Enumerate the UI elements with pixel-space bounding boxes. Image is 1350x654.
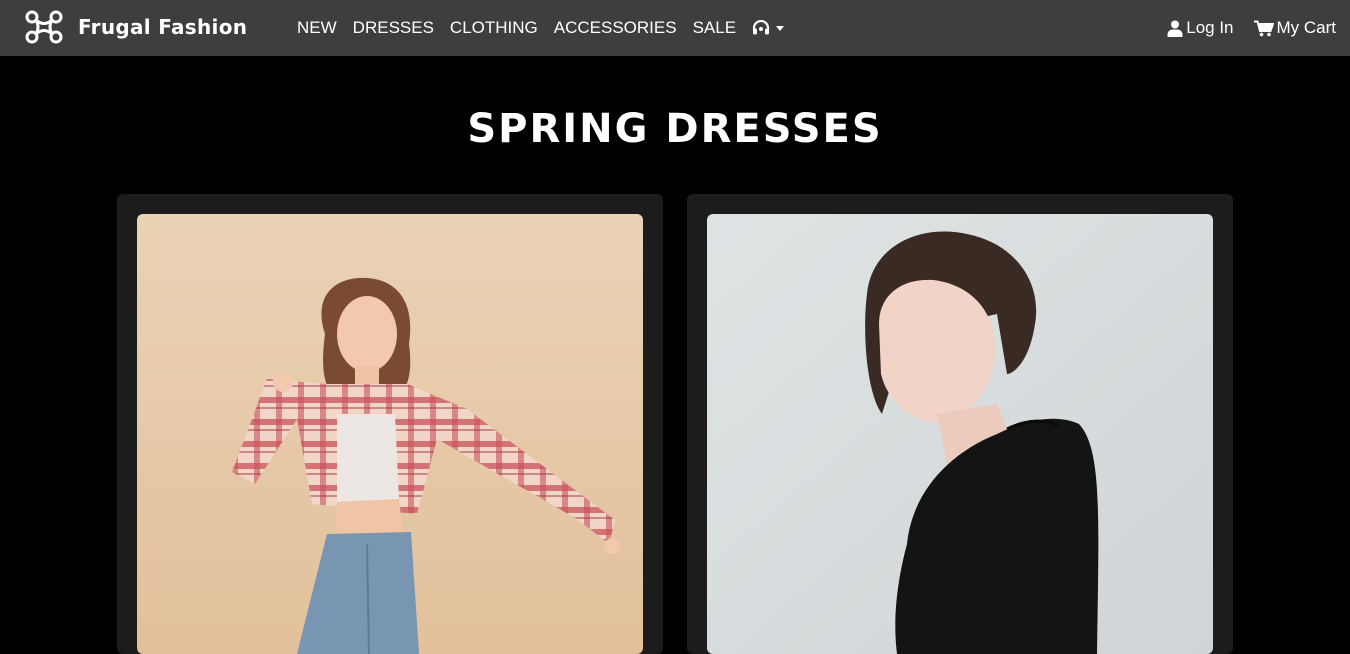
cart-link[interactable]: My Cart: [1253, 18, 1337, 38]
login-link[interactable]: Log In: [1167, 18, 1234, 38]
brand-name: Frugal Fashion: [78, 15, 248, 39]
account-nav: Log In My Cart: [1147, 0, 1336, 56]
nav-link-sale[interactable]: SALE: [693, 18, 736, 38]
cart-icon: [1253, 20, 1274, 36]
nav-link-dresses[interactable]: DRESSES: [353, 18, 434, 38]
drone-icon: [25, 10, 63, 44]
model-plaid-shirt-photo[interactable]: [137, 214, 643, 654]
top-navbar: Frugal Fashion NEW DRESSES CLOTHING ACCE…: [0, 0, 1350, 56]
product-card[interactable]: [687, 194, 1233, 654]
product-card[interactable]: [117, 194, 663, 654]
nav-link-accessories[interactable]: ACCESSORIES: [554, 18, 677, 38]
model-black-top-photo[interactable]: [707, 214, 1213, 654]
main-nav: NEW DRESSES CLOTHING ACCESSORIES SALE: [297, 0, 785, 56]
headset-icon: [752, 20, 770, 35]
brand-link[interactable]: Frugal Fashion: [24, 10, 247, 44]
login-label: Log In: [1186, 18, 1234, 37]
nav-link-clothing[interactable]: CLOTHING: [450, 18, 538, 38]
chevron-down-icon: [776, 25, 785, 31]
support-dropdown[interactable]: [752, 20, 785, 36]
page-title: SPRING DRESSES: [467, 106, 883, 152]
user-icon: [1167, 20, 1183, 37]
cart-label: My Cart: [1276, 18, 1337, 37]
nav-link-new[interactable]: NEW: [297, 18, 337, 38]
